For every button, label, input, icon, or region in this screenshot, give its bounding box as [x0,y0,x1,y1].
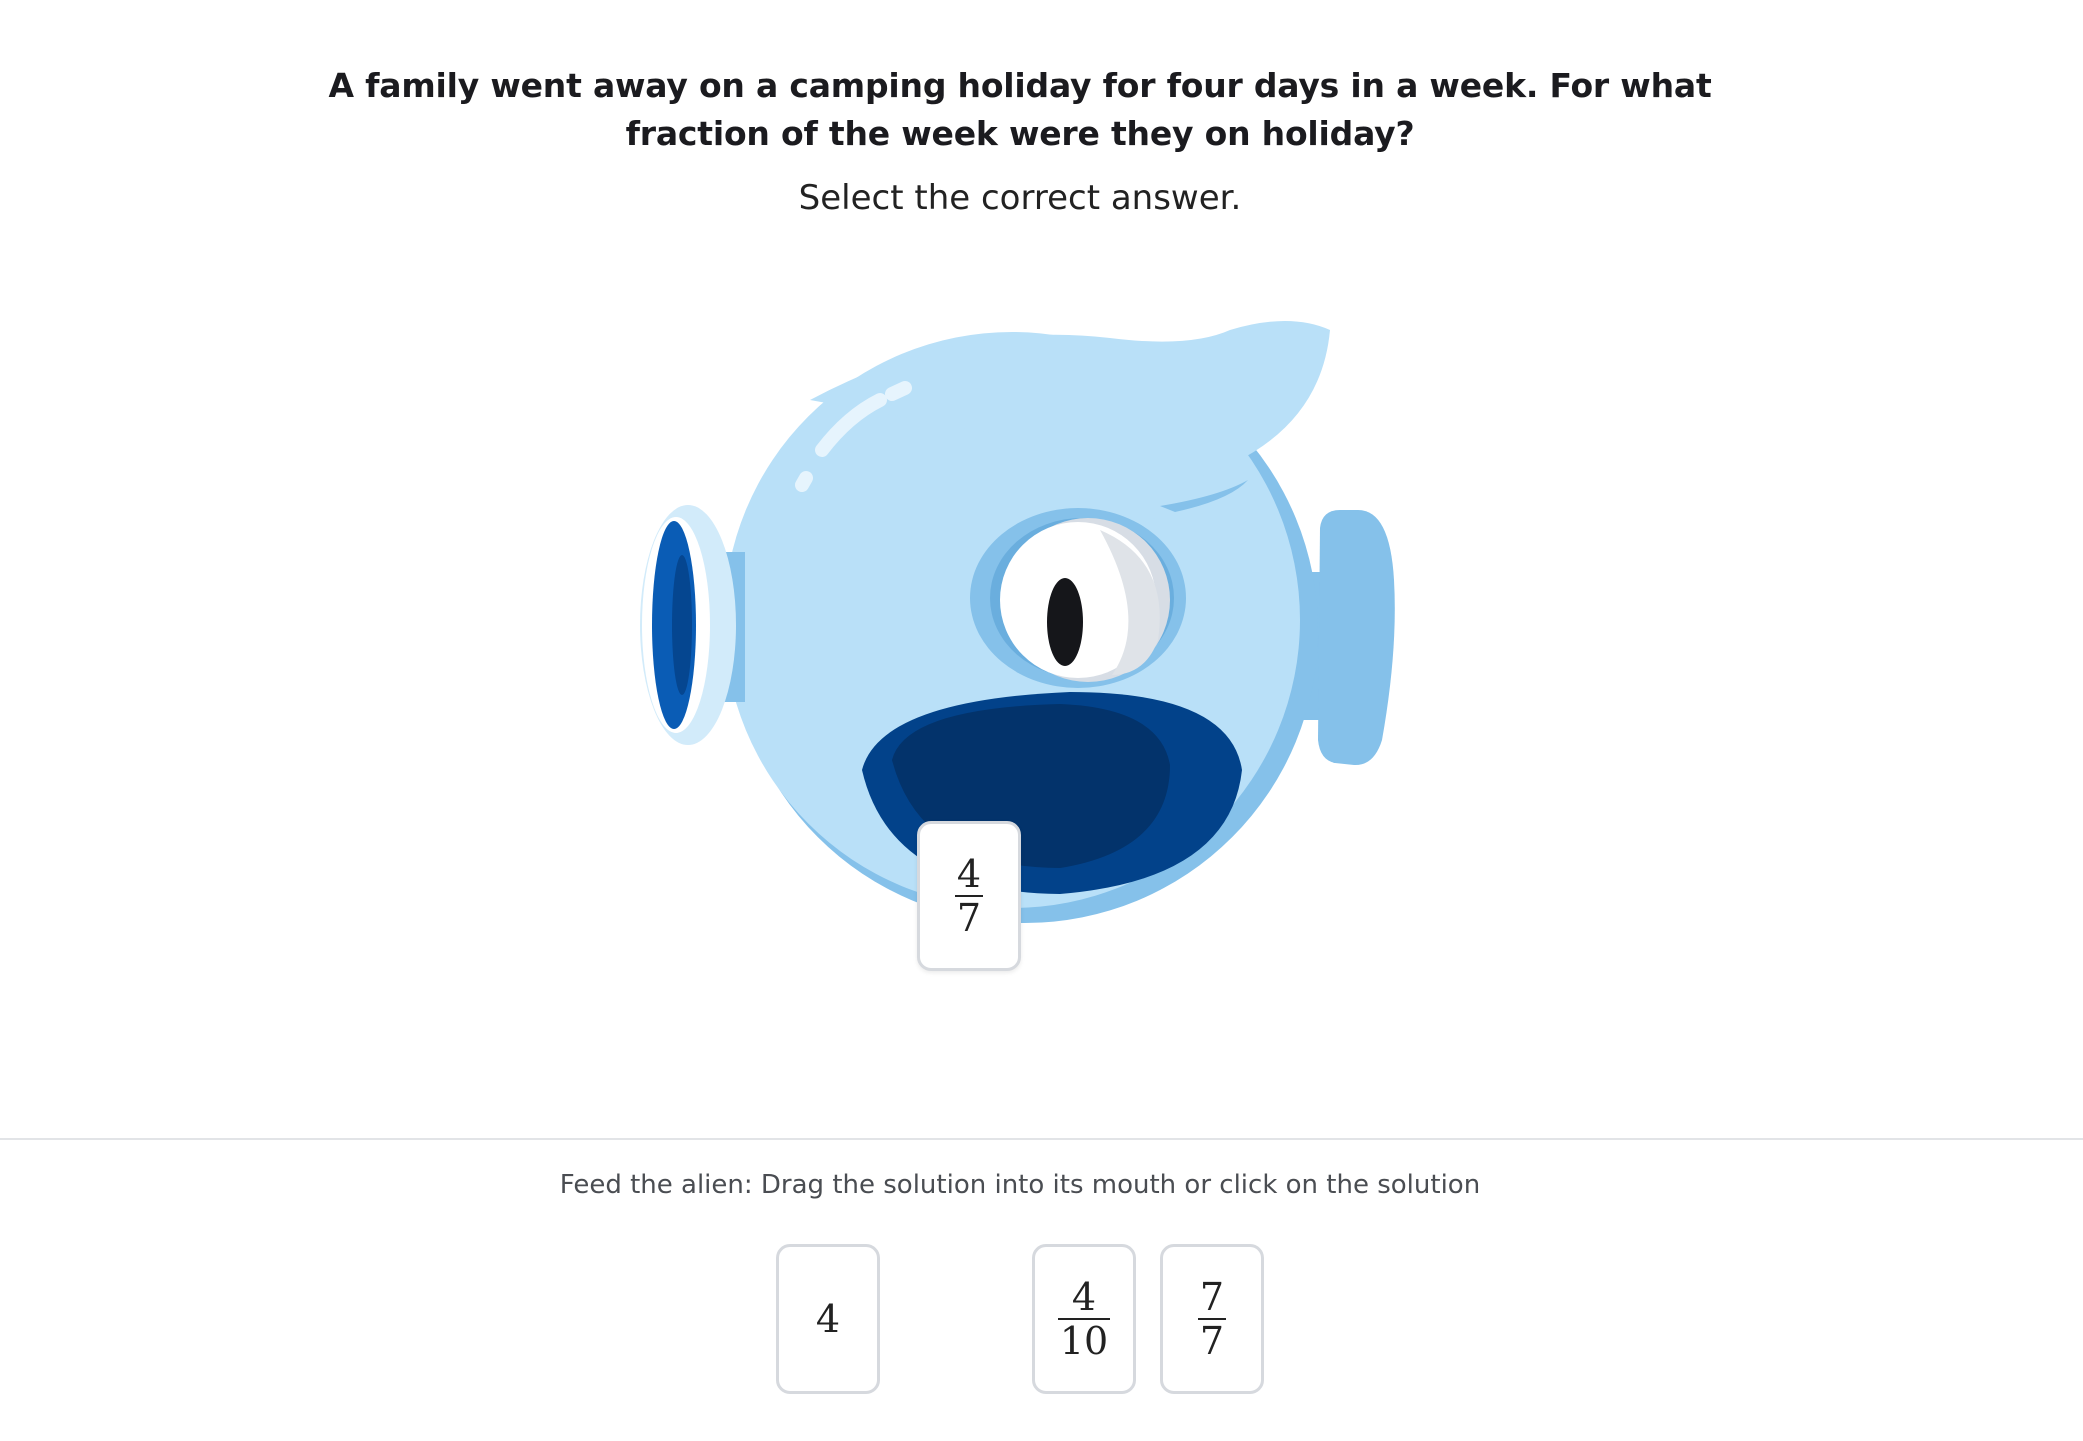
answer-option-7-7[interactable]: 7 7 [1160,1244,1264,1394]
fraction-numerator: 4 [1071,1275,1097,1319]
fraction-denominator: 10 [1059,1319,1109,1363]
question-text: A family went away on a camping holiday … [328,66,1712,153]
fraction-numerator: 7 [1199,1275,1225,1319]
drag-hint: Feed the alien: Drag the solution into i… [559,1170,1481,1200]
answer-option-4[interactable]: 4 [776,1244,880,1394]
right-ear [1318,510,1395,766]
answer-card-in-mouth[interactable]: 4 7 [917,821,1021,971]
option-value: 4 [815,1297,841,1341]
fraction-in-mouth: 4 7 [954,852,984,940]
instruction-text: Select the correct answer. [798,178,1242,218]
head-highlight-dash [885,381,912,401]
left-ear-hole-shade [672,555,692,695]
section-divider [0,1138,2083,1140]
answer-option-4-10[interactable]: 4 10 [1032,1244,1136,1394]
pupil-body [1047,578,1083,666]
fraction-denominator: 7 [956,896,982,940]
fraction-denominator: 7 [1199,1319,1225,1363]
fraction-option: 4 10 [1057,1275,1111,1363]
fraction-option: 7 7 [1197,1275,1227,1363]
fraction-numerator: 4 [956,852,982,896]
head-highlight-dot [795,471,813,492]
